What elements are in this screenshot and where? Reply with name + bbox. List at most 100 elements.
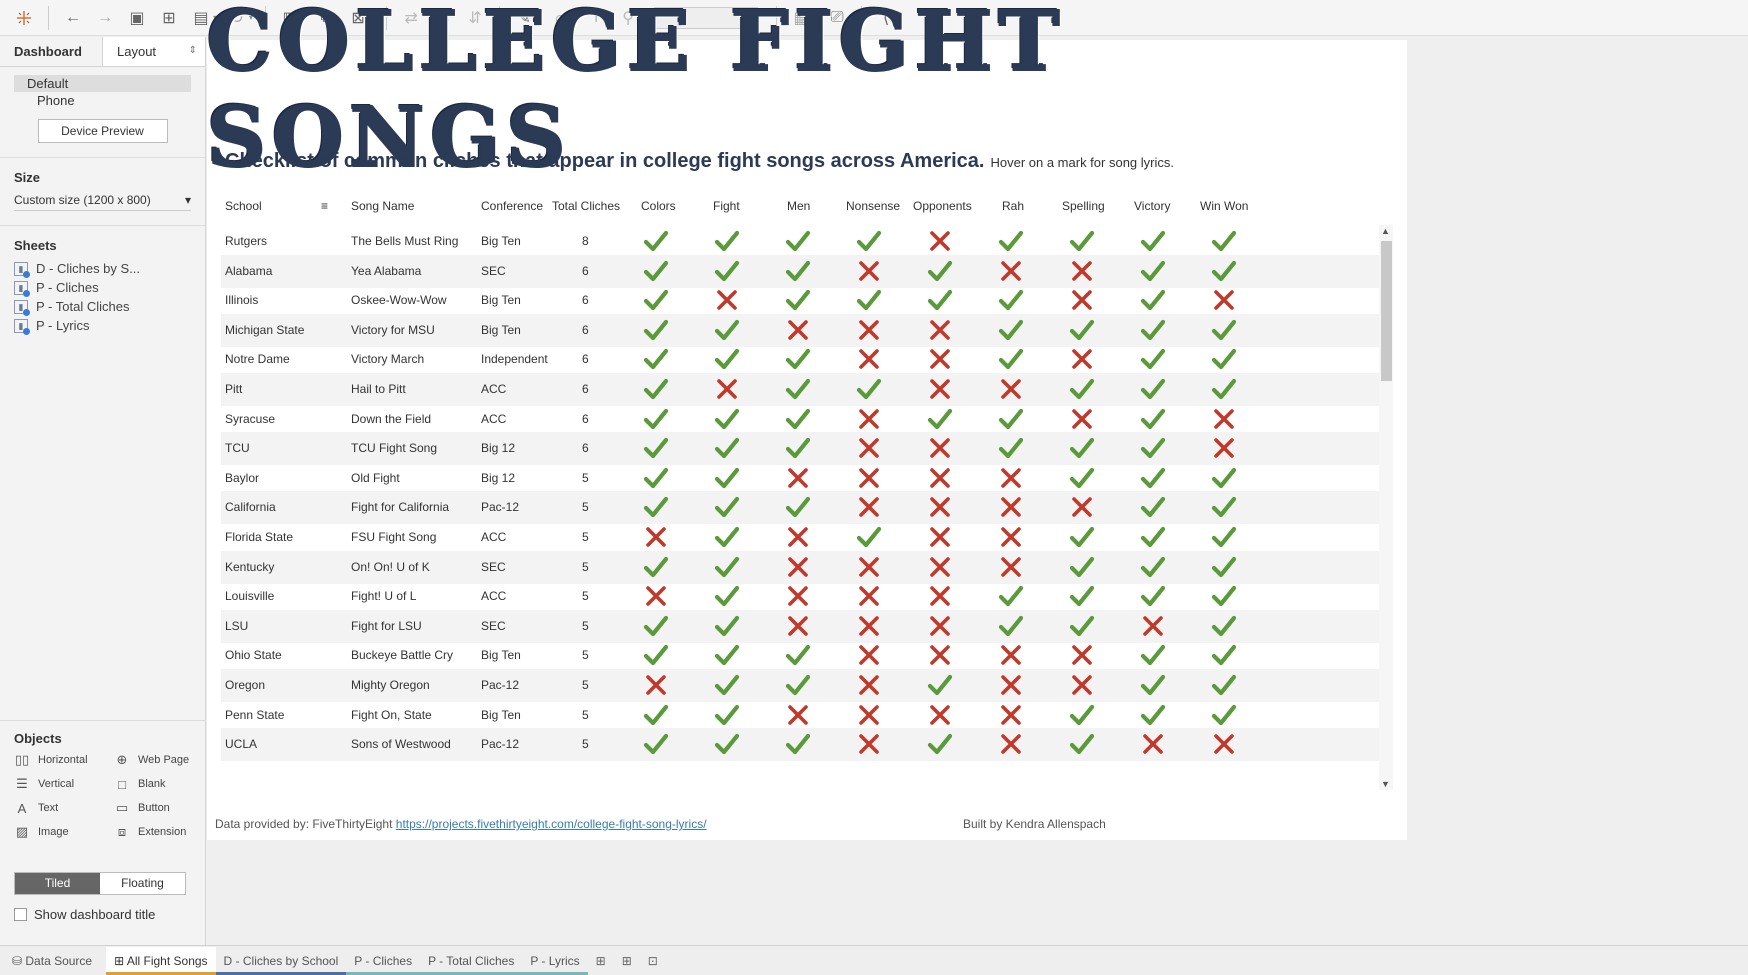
cross-icon[interactable] — [927, 554, 953, 580]
check-icon[interactable] — [927, 287, 953, 313]
check-icon[interactable] — [1140, 524, 1166, 550]
cross-icon[interactable] — [927, 317, 953, 343]
cross-icon[interactable] — [1069, 406, 1095, 432]
cross-icon[interactable] — [998, 554, 1024, 580]
cross-icon[interactable] — [856, 346, 882, 372]
cross-icon[interactable] — [927, 346, 953, 372]
check-icon[interactable] — [1140, 702, 1166, 728]
cross-icon[interactable] — [927, 524, 953, 550]
check-icon[interactable] — [714, 258, 740, 284]
table-row[interactable]: Ohio State Buckeye Battle Cry Big Ten 5 — [221, 639, 1379, 672]
check-icon[interactable] — [785, 642, 811, 668]
check-icon[interactable] — [1069, 317, 1095, 343]
check-icon[interactable] — [785, 258, 811, 284]
check-icon[interactable] — [1211, 613, 1237, 639]
column-header[interactable]: Rah — [1002, 199, 1024, 213]
check-icon[interactable] — [643, 287, 669, 313]
cross-icon[interactable] — [643, 524, 669, 550]
table-row[interactable]: Kentucky On! On! U of K SEC 5 — [221, 550, 1379, 584]
check-icon[interactable] — [714, 524, 740, 550]
cross-icon[interactable] — [927, 494, 953, 520]
check-icon[interactable] — [643, 317, 669, 343]
check-icon[interactable] — [785, 228, 811, 254]
check-icon[interactable] — [714, 731, 740, 757]
check-icon[interactable] — [643, 258, 669, 284]
cross-icon[interactable] — [927, 376, 953, 402]
cross-icon[interactable] — [998, 376, 1024, 402]
object-text[interactable]: A Text — [14, 798, 114, 818]
check-icon[interactable] — [1069, 228, 1095, 254]
cross-icon[interactable] — [927, 702, 953, 728]
column-header[interactable]: Total Cliches — [552, 199, 620, 213]
check-icon[interactable] — [1140, 258, 1166, 284]
sheet-item[interactable]: ▮ P - Total Cliches — [14, 297, 191, 316]
check-icon[interactable] — [1211, 317, 1237, 343]
check-icon[interactable] — [856, 376, 882, 402]
check-icon[interactable] — [714, 613, 740, 639]
check-icon[interactable] — [643, 465, 669, 491]
check-icon[interactable] — [714, 642, 740, 668]
check-icon[interactable] — [643, 642, 669, 668]
check-icon[interactable] — [1211, 583, 1237, 609]
check-icon[interactable] — [714, 465, 740, 491]
cross-icon[interactable] — [856, 554, 882, 580]
scroll-up-icon[interactable]: ▲ — [1381, 226, 1390, 236]
check-icon[interactable] — [714, 702, 740, 728]
table-row[interactable]: Pitt Hail to Pitt ACC 6 — [221, 373, 1379, 406]
cross-icon[interactable] — [856, 583, 882, 609]
check-icon[interactable] — [1069, 376, 1095, 402]
check-icon[interactable] — [927, 731, 953, 757]
cross-icon[interactable] — [1211, 406, 1237, 432]
cross-icon[interactable] — [856, 317, 882, 343]
column-header[interactable]: Win Won — [1200, 199, 1248, 213]
cross-icon[interactable] — [927, 642, 953, 668]
check-icon[interactable] — [856, 228, 882, 254]
cross-icon[interactable] — [856, 642, 882, 668]
checkbox[interactable] — [14, 908, 27, 921]
check-icon[interactable] — [927, 258, 953, 284]
cross-icon[interactable] — [1211, 435, 1237, 461]
new-dashboard-icon[interactable]: ⊞ — [614, 954, 640, 968]
cross-icon[interactable] — [998, 642, 1024, 668]
check-icon[interactable] — [1069, 583, 1095, 609]
check-icon[interactable] — [714, 346, 740, 372]
check-icon[interactable] — [1069, 702, 1095, 728]
table-row[interactable]: LSU Fight for LSU SEC 5 — [221, 609, 1379, 643]
check-icon[interactable] — [714, 554, 740, 580]
check-icon[interactable] — [1140, 672, 1166, 698]
check-icon[interactable] — [1211, 494, 1237, 520]
check-icon[interactable] — [785, 494, 811, 520]
check-icon[interactable] — [714, 672, 740, 698]
table-row[interactable]: Illinois Oskee-Wow-Wow Big Ten 6 — [221, 284, 1379, 317]
check-icon[interactable] — [1140, 583, 1166, 609]
check-icon[interactable] — [1140, 228, 1166, 254]
cross-icon[interactable] — [1211, 287, 1237, 313]
check-icon[interactable] — [998, 406, 1024, 432]
cross-icon[interactable] — [785, 524, 811, 550]
table-body[interactable]: Rutgers The Bells Must Ring Big Ten 8 Alabam… — [221, 225, 1379, 790]
cross-icon[interactable] — [998, 672, 1024, 698]
cross-icon[interactable] — [785, 465, 811, 491]
column-header[interactable]: School — [225, 199, 262, 213]
table-row[interactable]: Louisville Fight! U of L ACC 5 — [221, 580, 1379, 613]
tab-layout[interactable]: Layout — [102, 37, 205, 66]
cross-icon[interactable] — [856, 731, 882, 757]
sheet-item[interactable]: ▮ D - Cliches by S... — [14, 259, 191, 278]
cross-icon[interactable] — [785, 702, 811, 728]
object-blank[interactable]: □ Blank — [114, 774, 214, 794]
check-icon[interactable] — [785, 287, 811, 313]
column-header[interactable]: Song Name — [351, 199, 414, 213]
check-icon[interactable] — [714, 406, 740, 432]
table-row[interactable]: Baylor Old Fight Big 12 5 — [221, 462, 1379, 495]
cross-icon[interactable] — [927, 465, 953, 491]
check-icon[interactable] — [1069, 524, 1095, 550]
cross-icon[interactable] — [998, 258, 1024, 284]
cross-icon[interactable] — [785, 317, 811, 343]
check-icon[interactable] — [785, 672, 811, 698]
check-icon[interactable] — [998, 613, 1024, 639]
cross-icon[interactable] — [1069, 287, 1095, 313]
cross-icon[interactable] — [856, 494, 882, 520]
cross-icon[interactable] — [714, 376, 740, 402]
scroll-down-icon[interactable]: ▼ — [1381, 779, 1390, 789]
device-default[interactable]: Default — [14, 75, 191, 92]
